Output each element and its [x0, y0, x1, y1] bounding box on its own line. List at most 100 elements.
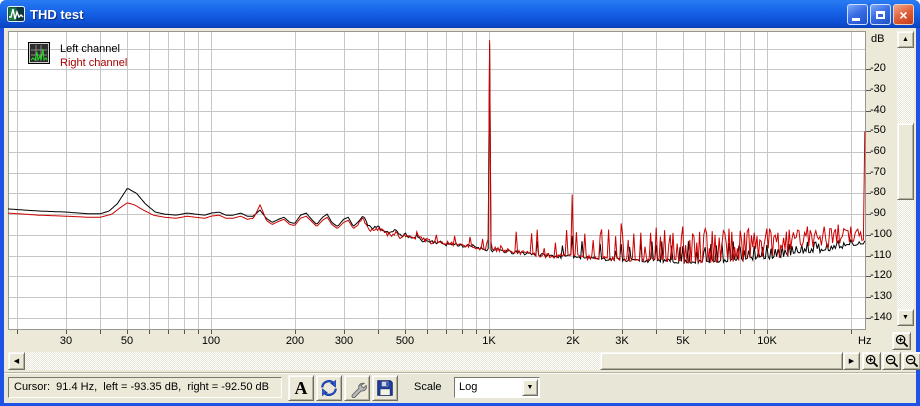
x-axis-tick [405, 330, 406, 334]
x-tick-label: 500 [385, 335, 425, 347]
scale-label: Scale [414, 381, 442, 393]
x-axis-tick [198, 330, 199, 334]
spectrum-plot[interactable]: Left channel Right channel [8, 31, 866, 330]
y-tick-label: -40 [870, 104, 886, 117]
scale-dropdown[interactable]: Log ▼ [454, 377, 540, 398]
x-axis-tick [705, 330, 706, 334]
x-axis-tick [295, 330, 296, 334]
dropdown-arrow-icon: ▼ [527, 384, 534, 391]
x-axis-tick [851, 330, 852, 334]
legend-left-channel: Left channel [60, 42, 127, 56]
x-axis-tick [427, 330, 428, 334]
maximize-button[interactable] [870, 4, 891, 25]
window-title: THD test [30, 7, 83, 22]
scroll-down-icon: ▼ [902, 314, 909, 321]
y-tick-label: -110 [870, 249, 891, 262]
y-axis-unit-label: dB [871, 33, 884, 45]
app-window: THD test × Left channel [0, 0, 920, 406]
y-axis: dB -20-30-40-50-60-70-80-90-100-110-120-… [866, 31, 897, 349]
status-cursor-readout: Cursor: 91.4 Hz, left = -93.35 dB, right… [8, 377, 282, 398]
y-tick-label: -90 [870, 207, 886, 220]
x-axis-tick [127, 330, 128, 334]
client-area: Left channel Right channel dB -20 -30 -40 -… [4, 28, 916, 402]
x-axis-tick [378, 330, 379, 334]
zoom-out-icon [905, 354, 919, 368]
titlebar[interactable]: THD test × [0, 0, 920, 28]
scroll-right-icon: ▶ [849, 357, 854, 365]
zoom-in-icon [895, 334, 909, 348]
scale-dropdown-value: Log [459, 381, 477, 393]
wrench-icon [347, 378, 367, 398]
x-axis: 30501002003005001K2K3K5K10K [8, 330, 866, 350]
x-tick-label: 300 [324, 335, 364, 347]
y-tick-label: -30 [870, 83, 886, 96]
x-tick-label: 100 [191, 335, 231, 347]
y-tick-label: -70 [870, 166, 886, 179]
x-axis-tick [168, 330, 169, 334]
scroll-up-icon: ▲ [902, 36, 909, 43]
x-tick-label: 200 [275, 335, 315, 347]
y-tick-label: -20 [870, 62, 886, 75]
legend-right-channel: Right channel [60, 56, 127, 70]
font-button[interactable]: A [288, 375, 314, 401]
x-axis-tick [573, 330, 574, 334]
x-axis-tick [446, 330, 447, 334]
horizontal-scrollbar-track[interactable] [25, 352, 600, 370]
y-tick-label: -100 [870, 228, 892, 241]
y-tick-label: -60 [870, 145, 886, 158]
zoom-in-icon [865, 354, 879, 368]
x-axis-tick [462, 330, 463, 334]
minimize-icon [852, 18, 860, 21]
minimize-button[interactable] [847, 4, 868, 25]
x-axis-tick [66, 330, 67, 334]
bottom-toolbar: Cursor: 91.4 Hz, left = -93.35 dB, right… [4, 372, 916, 403]
x-axis-tick [683, 330, 684, 334]
x-axis-tick [344, 330, 345, 334]
x-axis-tick [476, 330, 477, 334]
scroll-left-button[interactable]: ◀ [8, 352, 25, 370]
maximize-icon [876, 11, 885, 19]
x-tick-label: 5K [663, 335, 703, 347]
x-axis-tick [767, 330, 768, 334]
x-axis-tick [724, 330, 725, 334]
x-tick-label: 30 [46, 335, 86, 347]
legend: Left channel Right channel [28, 42, 127, 70]
vertical-scrollbar[interactable]: ▲ ▼ [897, 31, 914, 326]
y-tick-label: -140 [870, 311, 892, 324]
x-axis-tick [184, 330, 185, 334]
save-button[interactable] [372, 375, 398, 401]
zoom-out-icon [885, 354, 899, 368]
scroll-up-button[interactable]: ▲ [897, 31, 914, 48]
y-zoom-in-button[interactable] [892, 332, 911, 350]
scroll-left-icon: ◀ [14, 357, 19, 365]
x-axis-unit-label: Hz [858, 335, 871, 347]
x-tick-label: 1K [469, 335, 509, 347]
plot-grid [8, 31, 866, 330]
dropdown-arrow-button[interactable]: ▼ [522, 379, 538, 396]
close-button[interactable]: × [893, 4, 914, 25]
scroll-down-button[interactable]: ▼ [897, 309, 914, 326]
x-zoom-in-button[interactable] [862, 352, 881, 370]
x-tick-label: 3K [602, 335, 642, 347]
x-tick-label: 10K [747, 335, 787, 347]
horizontal-scrollbar-thumb[interactable] [600, 352, 843, 370]
settings-wrench-button[interactable] [344, 375, 370, 401]
x-axis-tick [489, 330, 490, 334]
app-icon [7, 5, 25, 23]
font-a-icon: A [295, 378, 308, 399]
plot-border [9, 32, 866, 330]
x-axis-tick [211, 330, 212, 334]
x-axis-tick [149, 330, 150, 334]
scroll-right-button[interactable]: ▶ [843, 352, 860, 370]
y-zoom-out-button[interactable] [902, 352, 920, 370]
x-zoom-out-button[interactable] [882, 352, 901, 370]
y-tick-label: -120 [870, 269, 892, 282]
x-axis-tick [754, 330, 755, 334]
x-axis-tick [740, 330, 741, 334]
spectrum-svg [8, 31, 866, 330]
y-tick-label: -80 [870, 186, 886, 199]
close-icon: × [899, 8, 907, 22]
x-axis-tick [656, 330, 657, 334]
vertical-scrollbar-thumb[interactable] [897, 123, 914, 200]
refresh-button[interactable] [316, 375, 342, 401]
